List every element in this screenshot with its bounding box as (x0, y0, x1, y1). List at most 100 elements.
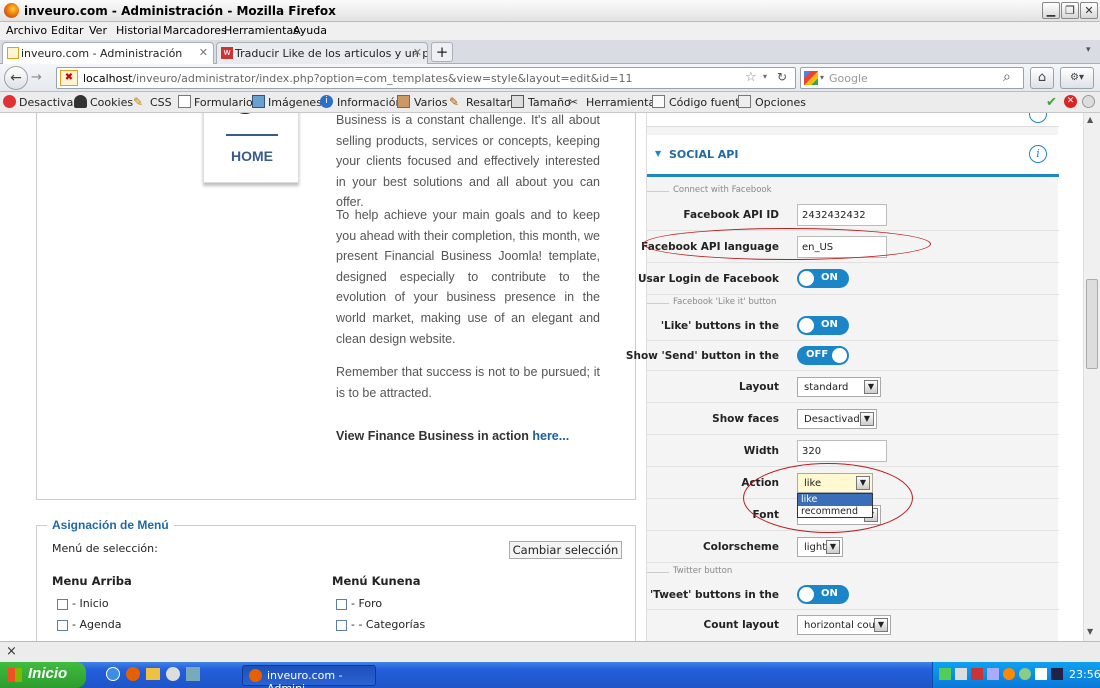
search-engine-dropdown-icon[interactable]: ▾ (820, 73, 824, 82)
tray-icon[interactable] (1051, 668, 1063, 680)
action-option-recommend[interactable]: recommend (798, 506, 872, 518)
toolbar-imagenes[interactable]: Imágenes (268, 96, 322, 109)
history-dropdown-icon[interactable]: ▾ (763, 72, 767, 81)
fb-api-id-input[interactable]: 2432432432 (797, 204, 887, 226)
check-valid-icon[interactable]: ✔ (1046, 95, 1059, 110)
ie-quicklaunch-icon[interactable] (106, 667, 120, 681)
action-option-like[interactable]: like (798, 494, 872, 506)
scrollbar-thumb[interactable] (1086, 279, 1098, 369)
vertical-scrollbar[interactable]: ▲ ▼ (1083, 113, 1100, 641)
info-icon[interactable]: i (1029, 145, 1047, 163)
close-tab-icon[interactable]: ✕ (413, 46, 422, 59)
change-selection-button[interactable]: Cambiar selección (509, 541, 622, 559)
home-label: HOME (231, 148, 273, 164)
width-input[interactable]: 320 (797, 440, 887, 462)
search-bar[interactable]: ▾ Google ⌕ (800, 67, 1024, 89)
windows-logo-icon (8, 668, 22, 682)
toolbar-informacion[interactable]: Información (337, 96, 402, 109)
tab-inactive[interactable]: w Traducir Like de los articulos y un pa… (216, 42, 428, 64)
tray-icon[interactable] (1019, 668, 1031, 680)
toolbar-tamano[interactable]: Tamaño (528, 96, 571, 109)
close-findbar-icon[interactable]: × (6, 644, 17, 659)
toolbar-css[interactable]: CSS (150, 96, 172, 109)
addon-button[interactable]: ⚙▾ (1060, 67, 1094, 89)
maximize-button[interactable]: ❐ (1061, 2, 1079, 19)
layout-select[interactable]: standard ▼ (797, 377, 881, 397)
toolbar-formularios[interactable]: Formularios (194, 96, 259, 109)
tray-icon[interactable] (971, 668, 983, 680)
menu-herramientas[interactable]: Herramientas (224, 24, 299, 37)
taskbar-firefox-window[interactable]: inveuro.com - Admini... (242, 665, 376, 688)
previous-section-header[interactable] (647, 113, 1059, 127)
tab-bar: inveuro.com - Administración ✕ w Traduci… (0, 40, 1100, 64)
checkbox-categorias[interactable] (336, 620, 347, 631)
home-image-card: HOME (203, 113, 299, 183)
menu-item-agenda: - Agenda (72, 618, 122, 631)
back-button[interactable]: ← (4, 66, 28, 90)
toolbar-herramientas[interactable]: Herramientas (586, 96, 661, 109)
reload-icon[interactable]: ↻ (777, 70, 787, 84)
status-icon[interactable] (1082, 95, 1095, 108)
toolbar-codigo-fuente[interactable]: Código fuente (669, 96, 746, 109)
close-window-button[interactable]: ✕ (1080, 2, 1098, 19)
colorscheme-select[interactable]: light ▼ (797, 537, 843, 557)
start-button[interactable]: Inicio (0, 662, 86, 688)
tray-icon[interactable] (1003, 668, 1015, 680)
menu-arriba-title: Menu Arriba (52, 574, 132, 588)
show-faces-select[interactable]: Desactivado ▼ (797, 409, 877, 429)
menu-historial[interactable]: Historial (116, 24, 161, 37)
toolbar-cookies[interactable]: Cookies (90, 96, 133, 109)
minimize-button[interactable]: ▁ (1042, 2, 1060, 19)
send-button-toggle[interactable]: OFF (797, 346, 849, 365)
bookmark-star-icon[interactable]: ☆ (745, 70, 757, 85)
close-tab-icon[interactable]: ✕ (199, 46, 208, 59)
desktop-quicklaunch-icon[interactable] (186, 667, 200, 681)
row-show-faces: Show faces Desactivado ▼ (647, 403, 1059, 435)
checkbox-inicio[interactable] (57, 599, 68, 610)
menu-ver[interactable]: Ver (89, 24, 107, 37)
tray-icon[interactable] (955, 668, 967, 680)
checkbox-foro[interactable] (336, 599, 347, 610)
new-tab-button[interactable]: + (431, 42, 453, 62)
error-icon[interactable]: ✕ (1064, 95, 1077, 108)
search-icon[interactable]: ⌕ (1003, 69, 1011, 85)
folder-quicklaunch-icon[interactable] (146, 668, 160, 680)
here-link[interactable]: here... (532, 429, 569, 443)
forward-button[interactable]: → (31, 70, 42, 85)
tab-list-icon[interactable]: ▾ (1086, 45, 1091, 55)
info-icon[interactable] (1029, 113, 1047, 123)
toolbar-resaltar[interactable]: Resaltar (466, 96, 511, 109)
row-fb-login: Usar Login de Facebook ON (638, 263, 1059, 295)
url-bar[interactable]: ✖ localhost/inveuro/administrator/index.… (56, 67, 796, 89)
section-like-button: Facebook 'Like it' button (647, 297, 1059, 307)
menu-editar[interactable]: Editar (51, 24, 84, 37)
social-api-header[interactable]: ▼ SOCIAL API i (647, 135, 1059, 177)
tray-icon[interactable] (1035, 668, 1047, 680)
checkbox-agenda[interactable] (57, 620, 68, 631)
tweet-buttons-toggle[interactable]: ON (797, 585, 849, 604)
scroll-up-icon[interactable]: ▲ (1087, 115, 1093, 124)
count-layout-select[interactable]: horizontal count ▼ (797, 615, 891, 635)
fb-login-toggle[interactable]: ON (797, 269, 849, 288)
tray-icon[interactable] (939, 668, 951, 680)
site-identity-icon[interactable]: ✖ (60, 70, 78, 86)
tab-active[interactable]: inveuro.com - Administración ✕ (2, 42, 214, 64)
menu-ayuda[interactable]: Ayuda (293, 24, 327, 37)
menu-assignment-legend: Asignación de Menú (47, 518, 174, 532)
tab-label: Traducir Like de los articulos y un par … (235, 47, 427, 60)
row-width: Width 320 (647, 435, 1059, 467)
toolbar-opciones[interactable]: Opciones (755, 96, 806, 109)
action-dropdown-list: like recommend (797, 493, 873, 518)
firefox-quicklaunch-icon[interactable] (126, 667, 140, 681)
toolbar-varios[interactable]: Varios (414, 96, 447, 109)
media-quicklaunch-icon[interactable] (166, 667, 180, 681)
scroll-down-icon[interactable]: ▼ (1087, 627, 1093, 636)
tray-icon[interactable] (987, 668, 999, 680)
menu-selection-label: Menú de selección: (52, 542, 158, 555)
like-buttons-toggle[interactable]: ON (797, 316, 849, 335)
menu-marcadores[interactable]: Marcadores (163, 24, 227, 37)
home-button[interactable]: ⌂ (1030, 67, 1054, 89)
site-favicon-icon (7, 47, 19, 59)
menu-archivo[interactable]: Archivo (6, 24, 47, 37)
toolbar-desactivar[interactable]: Desactivar (19, 96, 78, 109)
